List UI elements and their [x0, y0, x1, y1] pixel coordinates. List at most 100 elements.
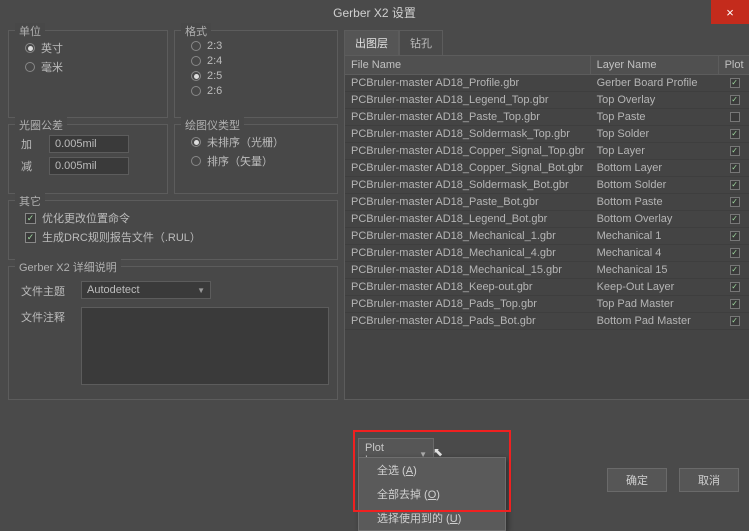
tolerance-add-input[interactable]: [49, 135, 129, 153]
plot-checkbox[interactable]: [730, 112, 740, 122]
cell-file: PCBruler-master AD18_Mechanical_15.gbr: [345, 262, 591, 278]
cell-file: PCBruler-master AD18_Mechanical_4.gbr: [345, 245, 591, 261]
format-legend: 格式: [181, 23, 211, 39]
plot-checkbox[interactable]: ✓: [730, 78, 740, 88]
panel-other: 其它 ✓ 优化更改位置命令 ✓ 生成DRC规则报告文件（.RUL）: [8, 200, 338, 260]
plot-checkbox[interactable]: ✓: [730, 265, 740, 275]
plot-checkbox[interactable]: ✓: [730, 248, 740, 258]
table-row[interactable]: PCBruler-master AD18_Mechanical_1.gbrMec…: [345, 228, 749, 245]
chevron-down-icon: ▼: [197, 286, 205, 295]
plot-checkbox[interactable]: ✓: [730, 282, 740, 292]
table-row[interactable]: PCBruler-master AD18_Copper_Signal_Bot.g…: [345, 160, 749, 177]
table-row[interactable]: PCBruler-master AD18_Soldermask_Bot.gbrB…: [345, 177, 749, 194]
tab-layers[interactable]: 出图层: [344, 30, 399, 55]
cell-file: PCBruler-master AD18_Pads_Top.gbr: [345, 296, 591, 312]
col-header-plot[interactable]: Plot: [719, 56, 749, 74]
comment-textarea[interactable]: [81, 307, 329, 385]
table-body: PCBruler-master AD18_Profile.gbrGerber B…: [345, 75, 749, 330]
cell-file: PCBruler-master AD18_Profile.gbr: [345, 75, 591, 91]
tab-drill[interactable]: 钻孔: [399, 30, 443, 55]
radio-inch[interactable]: 英寸: [25, 40, 159, 56]
cell-plot: ✓: [719, 211, 749, 227]
col-header-layer[interactable]: Layer Name: [591, 56, 719, 74]
plot-checkbox[interactable]: ✓: [730, 197, 740, 207]
tolerance-add-label: 加: [21, 136, 41, 152]
table-row[interactable]: PCBruler-master AD18_Paste_Bot.gbrBottom…: [345, 194, 749, 211]
close-button[interactable]: ×: [711, 0, 749, 24]
cell-plot: ✓: [719, 75, 749, 91]
cell-plot: ✓: [719, 296, 749, 312]
file-subject-row: 文件主题 Autodetect ▼: [21, 281, 329, 299]
cell-plot: [719, 109, 749, 125]
plot-checkbox[interactable]: ✓: [730, 231, 740, 241]
cell-plot: ✓: [719, 160, 749, 176]
radio-2-3[interactable]: 2:3: [191, 40, 329, 52]
titlebar: Gerber X2 设置 ×: [0, 0, 749, 24]
panel-units: 单位 英寸 毫米: [8, 30, 168, 118]
menu-all-on[interactable]: 全选 (A): [359, 458, 505, 482]
table-row[interactable]: PCBruler-master AD18_Paste_Top.gbrTop Pa…: [345, 109, 749, 126]
other-legend: 其它: [15, 193, 45, 209]
tolerance-add-row: 加: [21, 135, 159, 153]
panel-gerber-detail: Gerber X2 详细说明 文件主题 Autodetect ▼ 文件注释: [8, 266, 338, 400]
menu-select-used[interactable]: 选择使用到的 (U): [359, 506, 505, 530]
panel-aperture-tolerance: 光圈公差 加 减: [8, 124, 168, 194]
cell-layer: Bottom Paste: [591, 194, 719, 210]
plot-checkbox[interactable]: ✓: [730, 180, 740, 190]
table-row[interactable]: PCBruler-master AD18_Mechanical_15.gbrMe…: [345, 262, 749, 279]
cell-plot: ✓: [719, 143, 749, 159]
plot-checkbox[interactable]: ✓: [730, 163, 740, 173]
panel-format: 格式 2:3 2:4 2:5 2:6: [174, 30, 338, 118]
radio-unsorted[interactable]: 未排序（光栅）: [191, 134, 329, 150]
radio-icon: [191, 41, 201, 51]
table-row[interactable]: PCBruler-master AD18_Profile.gbrGerber B…: [345, 75, 749, 92]
table-row[interactable]: PCBruler-master AD18_Pads_Bot.gbrBottom …: [345, 313, 749, 330]
radio-2-4[interactable]: 2:4: [191, 55, 329, 67]
cell-layer: Top Overlay: [591, 92, 719, 108]
cancel-button[interactable]: 取消: [679, 468, 739, 492]
radio-mm[interactable]: 毫米: [25, 59, 159, 75]
table-row[interactable]: PCBruler-master AD18_Copper_Signal_Top.g…: [345, 143, 749, 160]
tolerance-sub-row: 减: [21, 157, 159, 175]
close-icon: ×: [726, 5, 734, 20]
ok-button[interactable]: 确定: [607, 468, 667, 492]
check-optimize[interactable]: ✓ 优化更改位置命令: [25, 210, 329, 226]
cell-file: PCBruler-master AD18_Paste_Bot.gbr: [345, 194, 591, 210]
checkbox-icon: ✓: [25, 213, 36, 224]
check-label: 生成DRC规则报告文件（.RUL）: [42, 229, 201, 245]
cell-layer: Top Pad Master: [591, 296, 719, 312]
table-row[interactable]: PCBruler-master AD18_Legend_Top.gbrTop O…: [345, 92, 749, 109]
check-drc-report[interactable]: ✓ 生成DRC规则报告文件（.RUL）: [25, 229, 329, 245]
plot-checkbox[interactable]: ✓: [730, 129, 740, 139]
radio-2-6[interactable]: 2:6: [191, 85, 329, 97]
radio-label: 2:4: [207, 55, 222, 67]
radio-2-5[interactable]: 2:5: [191, 70, 329, 82]
right-column: 出图层 钻孔 File Name Layer Name Plot PCBrule…: [344, 30, 749, 400]
comment-label: 文件注释: [21, 307, 71, 325]
radio-label: 英寸: [41, 40, 63, 56]
units-legend: 单位: [15, 23, 45, 39]
plot-checkbox[interactable]: ✓: [730, 299, 740, 309]
table-row[interactable]: PCBruler-master AD18_Pads_Top.gbrTop Pad…: [345, 296, 749, 313]
table-row[interactable]: PCBruler-master AD18_Soldermask_Top.gbrT…: [345, 126, 749, 143]
radio-label: 毫米: [41, 59, 63, 75]
plot-checkbox[interactable]: ✓: [730, 95, 740, 105]
table-row[interactable]: PCBruler-master AD18_Mechanical_4.gbrMec…: [345, 245, 749, 262]
subject-select[interactable]: Autodetect ▼: [81, 281, 211, 299]
col-header-file[interactable]: File Name: [345, 56, 591, 74]
plot-checkbox[interactable]: ✓: [730, 214, 740, 224]
radio-label: 2:3: [207, 40, 222, 52]
table-row[interactable]: PCBruler-master AD18_Legend_Bot.gbrBotto…: [345, 211, 749, 228]
plot-checkbox[interactable]: ✓: [730, 316, 740, 326]
radio-icon: [25, 43, 35, 53]
plottype-legend: 绘图仪类型: [181, 117, 244, 133]
menu-all-off[interactable]: 全部去掉 (O): [359, 482, 505, 506]
tolerance-sub-label: 减: [21, 158, 41, 174]
tolerance-sub-input[interactable]: [49, 157, 129, 175]
radio-icon: [191, 86, 201, 96]
table-row[interactable]: PCBruler-master AD18_Keep-out.gbrKeep-Ou…: [345, 279, 749, 296]
cell-file: PCBruler-master AD18_Keep-out.gbr: [345, 279, 591, 295]
cell-file: PCBruler-master AD18_Mechanical_1.gbr: [345, 228, 591, 244]
radio-sorted[interactable]: 排序（矢量）: [191, 153, 329, 169]
plot-checkbox[interactable]: ✓: [730, 146, 740, 156]
